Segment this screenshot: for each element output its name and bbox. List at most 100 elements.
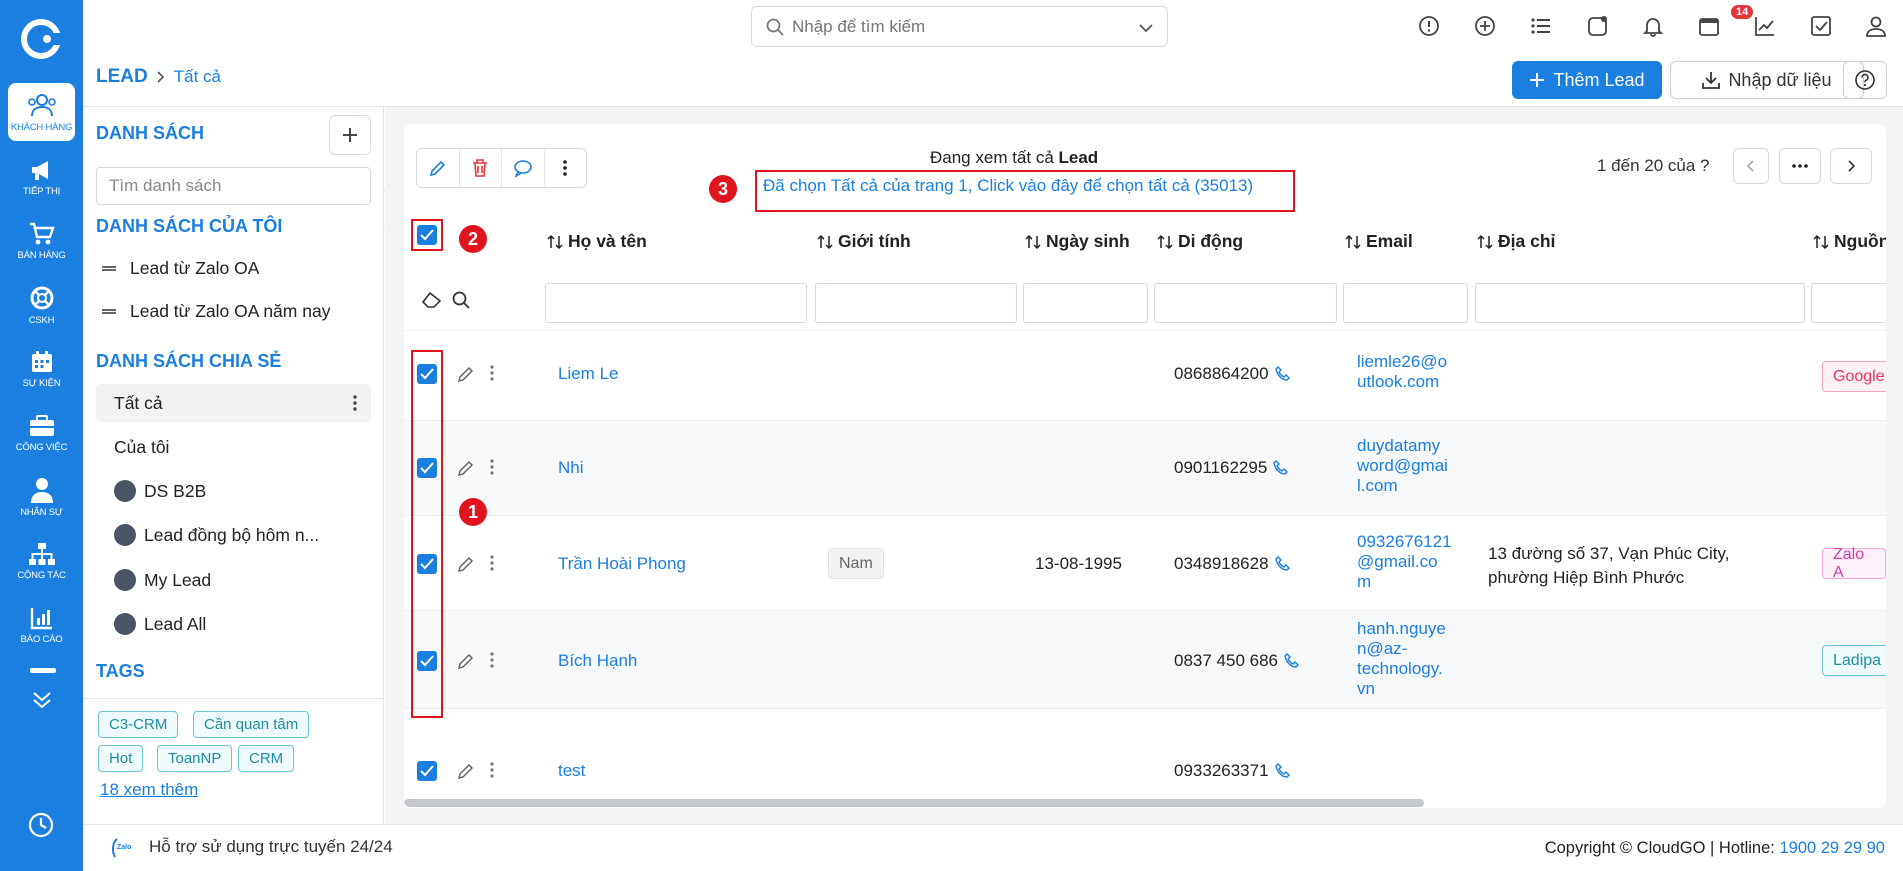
list-item-shared-all[interactable]: Tất cả (96, 384, 371, 422)
user-account-icon[interactable] (1863, 13, 1889, 39)
search-icon[interactable] (452, 291, 470, 309)
nav-marketing[interactable]: TIẾP THỊ (8, 148, 75, 206)
checkbox-task-icon[interactable] (1808, 13, 1834, 39)
cloudgo-logo-icon[interactable] (20, 18, 62, 60)
horizontal-scrollbar[interactable] (404, 797, 1886, 808)
lead-name-link[interactable]: Bích Hạnh (558, 651, 637, 671)
email-link[interactable]: liemle26@o utlook.com (1357, 352, 1447, 392)
add-circle-icon[interactable] (1472, 13, 1498, 39)
phone-call-icon[interactable] (1274, 763, 1291, 779)
more-vertical-icon[interactable] (490, 652, 494, 668)
phone-call-icon[interactable] (1284, 653, 1300, 669)
more-vertical-icon[interactable] (490, 762, 494, 778)
app-square-icon[interactable] (1585, 13, 1611, 39)
nav-support[interactable]: CSKH (8, 276, 75, 334)
breadcrumb-current[interactable]: Tất cả (174, 67, 221, 87)
list-search-input[interactable] (96, 167, 371, 205)
tag-chip[interactable]: Cần quan tâm (193, 711, 310, 738)
bulk-edit-button[interactable] (417, 149, 460, 187)
clear-filter-eraser-icon[interactable] (422, 291, 442, 309)
list-item-shared-leadall[interactable]: Lead All (96, 605, 371, 643)
nav-sales[interactable]: BÁN HÀNG (8, 212, 75, 270)
help-button[interactable] (1843, 61, 1887, 99)
nav-customers[interactable]: KHÁCH HÀNG (8, 83, 75, 141)
tag-chip[interactable]: C3-CRM (98, 711, 179, 738)
filter-email-input[interactable] (1343, 283, 1468, 323)
pencil-icon[interactable] (457, 459, 475, 477)
select-all-checkbox[interactable] (417, 225, 437, 245)
breadcrumb-module[interactable]: LEAD (96, 66, 148, 88)
nav-reports[interactable]: BÁO CÁO (8, 596, 75, 654)
col-header-address[interactable]: Địa chỉ (1476, 231, 1555, 252)
more-tags-link[interactable]: 18 xem thêm (100, 780, 198, 800)
filter-gender-input[interactable] (815, 283, 1017, 323)
chevron-down-icon[interactable] (1137, 19, 1155, 37)
phone-call-icon[interactable] (1274, 366, 1291, 382)
col-header-email[interactable]: Email (1344, 231, 1413, 252)
list-item-my-0[interactable]: Lead từ Zalo OA (96, 249, 371, 287)
chart-line-icon[interactable] (1752, 13, 1778, 39)
list-item-my-1[interactable]: Lead từ Zalo OA năm nay (96, 292, 371, 330)
pencil-icon[interactable] (457, 652, 475, 670)
lead-name-link[interactable]: Trần Hoài Phong (558, 554, 686, 574)
more-vertical-icon[interactable] (490, 555, 494, 571)
search-input[interactable] (792, 16, 1122, 37)
col-header-mobile[interactable]: Di động (1156, 231, 1243, 252)
history-clock-icon[interactable] (28, 812, 54, 838)
scrollbar-thumb[interactable] (404, 799, 1424, 807)
list-item-shared-sync[interactable]: Lead đồng bộ hôm n... (96, 516, 371, 554)
import-data-button[interactable]: Nhập dữ liệu (1670, 61, 1864, 99)
select-all-records-link[interactable]: Đã chọn Tất cả của trang 1, Click vào đâ… (755, 170, 1295, 212)
pencil-icon[interactable] (457, 762, 475, 780)
global-search[interactable] (751, 6, 1168, 47)
pagination-total[interactable]: ? (1700, 156, 1709, 175)
list-item-shared-mylead[interactable]: My Lead (96, 561, 371, 599)
col-header-name[interactable]: Họ và tên (546, 231, 647, 252)
nav-hr[interactable]: NHÂN SỰ (8, 468, 75, 526)
add-lead-button[interactable]: Thêm Lead (1512, 61, 1662, 99)
calendar-icon[interactable] (1696, 13, 1722, 39)
email-link[interactable]: 0932676121 @gmail.co m (1357, 532, 1452, 592)
phone-call-icon[interactable] (1273, 460, 1289, 476)
add-list-button[interactable] (329, 115, 371, 155)
nav-events[interactable]: SỰ KIỆN (8, 340, 75, 398)
support-link[interactable]: Zalo Hỗ trợ sử dụng trực tuyến 24/24 (111, 835, 393, 859)
email-link[interactable]: hanh.nguye n@az-technology. vn (1357, 619, 1446, 699)
filter-source-input[interactable] (1811, 283, 1886, 323)
lead-name-link[interactable]: test (558, 761, 585, 781)
phone-call-icon[interactable] (1274, 556, 1291, 572)
list-item-shared-mine[interactable]: Của tôi (96, 428, 371, 466)
more-vertical-icon[interactable] (353, 395, 357, 411)
bell-icon[interactable] (1640, 13, 1666, 39)
lead-name-link[interactable]: Nhi (558, 458, 584, 478)
nav-tasks[interactable]: CÔNG VIỆC (8, 404, 75, 462)
filter-address-input[interactable] (1475, 283, 1805, 323)
tag-chip[interactable]: CRM (238, 745, 295, 772)
pencil-icon[interactable] (457, 555, 475, 573)
lead-name-link[interactable]: Liem Le (558, 364, 618, 384)
col-header-gender[interactable]: Giới tính (816, 231, 911, 252)
more-vertical-icon[interactable] (490, 459, 494, 475)
filter-name-input[interactable] (545, 283, 807, 323)
row-checkbox[interactable] (417, 761, 437, 781)
hotline-number[interactable]: 1900 29 29 90 (1779, 839, 1885, 857)
pencil-icon[interactable] (457, 365, 475, 383)
page-more-button[interactable] (1779, 148, 1821, 184)
email-link[interactable]: duydatamy word@gmai l.com (1357, 436, 1448, 496)
bulk-message-button[interactable] (502, 149, 545, 187)
col-header-dob[interactable]: Ngày sinh (1024, 231, 1130, 252)
expand-more-icon[interactable] (31, 690, 53, 710)
filter-mobile-input[interactable] (1154, 283, 1337, 323)
list-icon[interactable] (1528, 13, 1554, 39)
next-page-button[interactable] (1830, 148, 1872, 184)
alert-circle-icon[interactable] (1416, 13, 1442, 39)
prev-page-button[interactable] (1733, 148, 1769, 184)
bulk-delete-button[interactable] (460, 149, 502, 187)
col-header-source[interactable]: Nguồn (1812, 231, 1886, 252)
tag-chip[interactable]: ToanNP (157, 745, 233, 772)
filter-dob-input[interactable] (1023, 283, 1148, 323)
more-vertical-icon[interactable] (490, 365, 494, 381)
nav-collaboration[interactable]: CỘNG TÁC (8, 532, 75, 590)
bulk-more-button[interactable] (545, 149, 587, 187)
list-item-shared-b2b[interactable]: DS B2B (96, 472, 371, 510)
